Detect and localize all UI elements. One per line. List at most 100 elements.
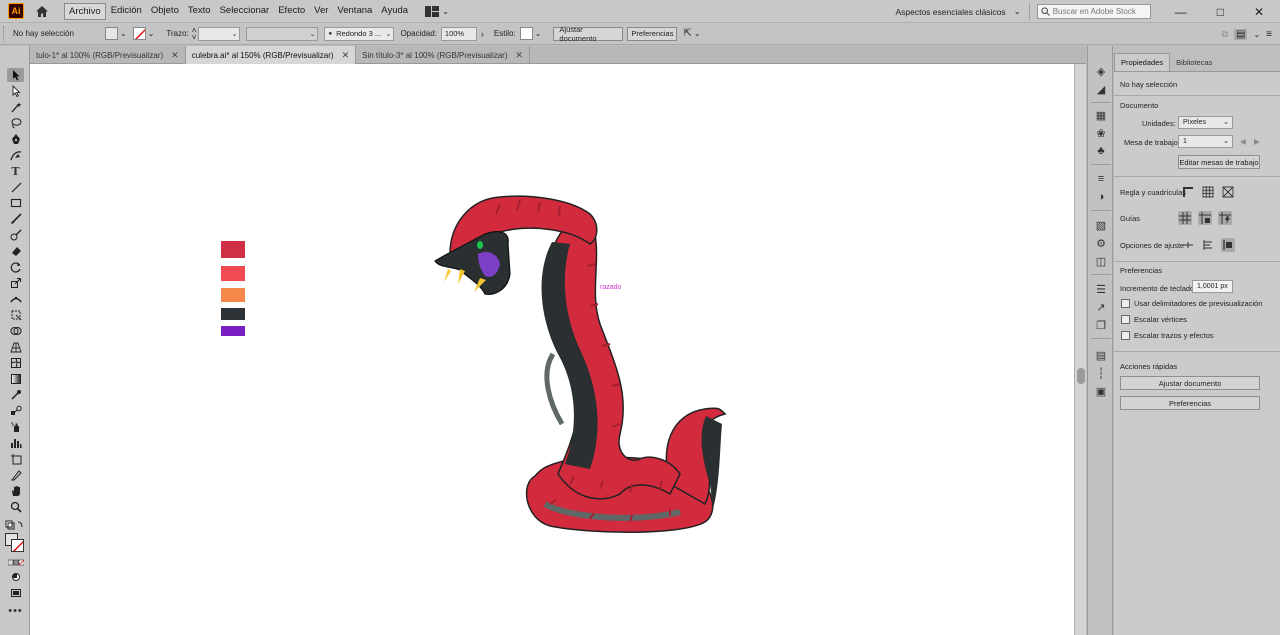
menu-texto[interactable]: Texto	[184, 3, 215, 20]
close-icon[interactable]: ✕	[342, 50, 350, 61]
gradient-tool-icon[interactable]	[7, 372, 24, 386]
menu-ventana[interactable]: Ventana	[333, 3, 376, 20]
curvature-tool-icon[interactable]	[7, 148, 24, 162]
close-icon[interactable]: ✕	[1254, 5, 1264, 19]
menu-efecto[interactable]: Efecto	[274, 3, 309, 20]
selection-tool-icon[interactable]	[7, 68, 24, 82]
opacity-input[interactable]: 100%	[440, 26, 477, 41]
artboard-tool-icon[interactable]	[7, 452, 24, 466]
stroke-weight-dropdown[interactable]: ⌄	[198, 26, 241, 41]
keyboard-increment-input[interactable]: 1,0001 px	[1192, 280, 1233, 293]
swap-fill-stroke-icon[interactable]	[4, 518, 26, 532]
rotate-tool-icon[interactable]	[7, 260, 24, 274]
screen-mode-icon[interactable]	[7, 586, 24, 600]
perspective-grid-tool-icon[interactable]	[7, 340, 24, 354]
type-tool-icon[interactable]: T	[7, 164, 24, 178]
arrange-icon[interactable]: ⇱	[683, 28, 691, 39]
scale-strokes-checkbox[interactable]	[1121, 331, 1130, 340]
menu-ayuda[interactable]: Ayuda	[377, 3, 412, 20]
snake-illustration[interactable]	[30, 64, 1074, 635]
symbol-sprayer-tool-icon[interactable]	[7, 420, 24, 434]
symbols-panel-icon[interactable]: ♣	[1094, 144, 1108, 158]
arrange-documents-button[interactable]: ⌄	[425, 5, 449, 17]
transparency-panel-icon[interactable]: ◑	[1094, 190, 1108, 204]
tab-libraries[interactable]: Bibliotecas	[1170, 54, 1218, 71]
snap-to-point-icon[interactable]	[1181, 238, 1195, 252]
ruler-icon[interactable]	[1181, 185, 1195, 199]
slice-tool-icon[interactable]	[7, 468, 24, 482]
close-icon[interactable]: ✕	[516, 50, 524, 61]
align-panel-icon[interactable]: ▤	[1234, 28, 1248, 40]
fit-document-button[interactable]: Ajustar documento	[553, 25, 624, 43]
scroll-thumb[interactable]	[1077, 368, 1085, 384]
appearance-panel-icon[interactable]: ◈	[1094, 64, 1108, 78]
artboard-dropdown[interactable]: 1 ⌄	[1178, 135, 1233, 148]
layers-panel-icon[interactable]: ☰	[1094, 282, 1108, 296]
scale-corners-checkbox[interactable]	[1121, 315, 1130, 324]
menu-objeto[interactable]: Objeto	[147, 3, 183, 20]
edit-artboards-button[interactable]: Editar mesas de trabajo	[1178, 155, 1260, 169]
variable-width-dropdown[interactable]: ⌄	[246, 26, 319, 41]
brushes-panel-icon[interactable]: ❀	[1094, 126, 1108, 140]
draw-mode-icon[interactable]	[7, 570, 24, 584]
paintbrush-tool-icon[interactable]	[7, 212, 24, 226]
magic-wand-tool-icon[interactable]	[7, 100, 24, 114]
transform-panel-icon[interactable]: ▤	[1094, 348, 1108, 362]
tab-properties[interactable]: Propiedades	[1114, 53, 1171, 71]
vertical-scrollbar[interactable]	[1074, 64, 1086, 635]
stock-search-input[interactable]: Buscar en Adobe Stock	[1036, 4, 1151, 19]
eraser-tool-icon[interactable]	[7, 244, 24, 258]
pathfinder-panel-icon[interactable]: ▣	[1094, 384, 1108, 398]
fill-stroke-control[interactable]	[5, 533, 25, 553]
artboard-canvas[interactable]: razado	[30, 64, 1074, 635]
snap-to-pixel-icon[interactable]	[1221, 238, 1235, 252]
menu-archivo[interactable]: Archivo	[64, 2, 106, 20]
minimize-icon[interactable]: —	[1175, 5, 1187, 19]
maximize-icon[interactable]: □	[1217, 5, 1224, 19]
smart-guides-icon[interactable]	[1218, 211, 1232, 225]
control-bar-grip[interactable]	[3, 25, 7, 42]
tab-culebra[interactable]: culebra.ai* al 150% (RGB/Previsualizar) …	[185, 46, 357, 64]
workspace-switcher[interactable]: Aspectos esenciales clásicos ⌄	[887, 3, 1030, 20]
brush-dropdown[interactable]: ● Redondo 3 ... ⌄	[324, 26, 395, 41]
stroke-stepper-icon[interactable]: ˄ ˅	[192, 26, 197, 41]
color-guide-panel-icon[interactable]: ◫	[1094, 254, 1108, 268]
shape-builder-tool-icon[interactable]	[7, 324, 24, 338]
color-mode-icons[interactable]	[7, 556, 24, 570]
previous-artboard-icon[interactable]: ◀	[1240, 137, 1246, 146]
chevron-down-icon[interactable]: ⌄	[120, 29, 127, 38]
pen-tool-icon[interactable]	[7, 132, 24, 146]
align-panel-icon[interactable]: ┆	[1094, 366, 1108, 380]
hand-tool-icon[interactable]	[7, 484, 24, 498]
chevron-down-icon[interactable]: ⌄	[1253, 30, 1260, 39]
width-tool-icon[interactable]	[7, 292, 24, 306]
zoom-tool-icon[interactable]	[7, 500, 24, 514]
lasso-tool-icon[interactable]	[7, 116, 24, 130]
chevron-down-icon[interactable]: ⌄	[148, 29, 155, 38]
color-panel-icon[interactable]: ⚙	[1094, 236, 1108, 250]
direct-selection-tool-icon[interactable]	[7, 84, 24, 98]
lock-guides-icon[interactable]	[1198, 211, 1212, 225]
artboards-panel-icon[interactable]: ❐	[1094, 318, 1108, 332]
quick-preferences-button[interactable]: Preferencias	[1120, 396, 1260, 410]
chevron-down-icon[interactable]: ⌄	[535, 29, 542, 38]
stroke-swatch[interactable]	[132, 27, 146, 40]
swatches-panel-icon[interactable]: ▦	[1094, 108, 1108, 122]
edit-toolbar-icon[interactable]: •••	[7, 604, 24, 618]
panel-menu-icon[interactable]: ≡	[1266, 29, 1272, 40]
next-artboard-icon[interactable]: ▶	[1254, 137, 1260, 146]
menu-edicion[interactable]: Edición	[107, 3, 146, 20]
snap-to-grid-icon[interactable]	[1201, 238, 1215, 252]
fill-swatch[interactable]	[105, 27, 118, 40]
stroke-color-box[interactable]	[11, 539, 24, 552]
line-tool-icon[interactable]	[7, 180, 24, 194]
menu-seleccionar[interactable]: Seleccionar	[216, 3, 274, 20]
close-icon[interactable]: ✕	[171, 50, 179, 61]
pixel-grid-icon[interactable]	[1221, 185, 1235, 199]
graphic-style-swatch[interactable]	[519, 27, 533, 40]
mesh-tool-icon[interactable]	[7, 356, 24, 370]
home-icon[interactable]	[34, 3, 50, 19]
column-graph-tool-icon[interactable]	[7, 436, 24, 450]
units-dropdown[interactable]: Píxeles ⌄	[1178, 116, 1233, 129]
scale-tool-icon[interactable]	[7, 276, 24, 290]
